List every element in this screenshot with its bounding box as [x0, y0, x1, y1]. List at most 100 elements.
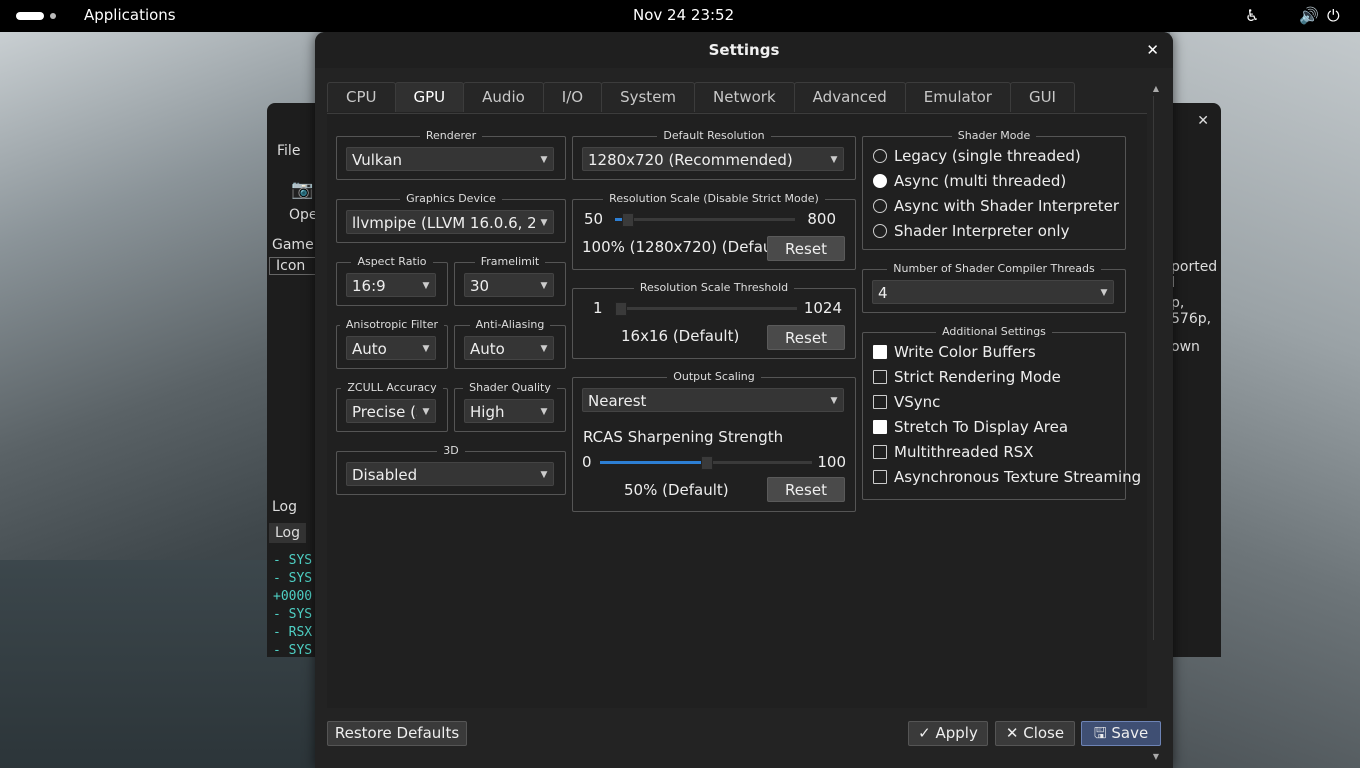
aspect-ratio-value: 16:9	[352, 277, 386, 295]
power-icon[interactable]: ⏻	[1327, 6, 1340, 26]
additional-option-label[interactable]: VSync	[894, 393, 940, 411]
rcas-reset-button[interactable]: Reset	[767, 477, 845, 502]
scroll-down-icon[interactable]: ▼	[1151, 752, 1161, 761]
renderer-select[interactable]: Vulkan ▼	[346, 147, 554, 171]
resolution-threshold-slider[interactable]	[614, 302, 797, 316]
log-line: - SYS:	[273, 643, 320, 658]
tab-network[interactable]: Network	[694, 82, 795, 112]
anisotropic-filter-value: Auto	[352, 340, 387, 358]
workspace-indicator[interactable]	[16, 12, 44, 20]
anti-aliasing-select[interactable]: Auto ▼	[464, 336, 554, 360]
tab-gpu[interactable]: GPU	[394, 82, 465, 112]
rcas-min: 0	[582, 453, 592, 471]
strict-rendering-checkbox[interactable]	[873, 370, 887, 384]
shader-mode-label[interactable]: Legacy (single threaded)	[894, 147, 1081, 165]
tab-advanced[interactable]: Advanced	[793, 82, 906, 112]
tab-io[interactable]: I/O	[542, 82, 603, 112]
tab-audio[interactable]: Audio	[463, 82, 544, 112]
workspace-dot[interactable]	[50, 13, 56, 19]
output-scaling-group: Output Scaling Nearest ▼ RCAS Sharpening…	[572, 370, 856, 512]
camera-icon[interactable]: 📷	[291, 179, 313, 200]
output-scaling-value: Nearest	[588, 392, 647, 410]
anisotropic-filter-select[interactable]: Auto ▼	[346, 336, 436, 360]
dialog-titlebar[interactable]: Settings ✕	[315, 32, 1173, 68]
framelimit-group: Framelimit 30 ▼	[454, 255, 566, 306]
volume-icon[interactable]: 🔊	[1299, 6, 1319, 25]
zcull-accuracy-group: ZCULL Accuracy Precise (Sl ▼	[336, 381, 448, 432]
shader-mode-radio-async-interpreter[interactable]	[873, 199, 887, 213]
stretch-display-checkbox[interactable]	[873, 420, 887, 434]
additional-option-label[interactable]: Asynchronous Texture Streaming	[894, 468, 1141, 486]
log-tab[interactable]: Log	[269, 523, 307, 543]
additional-option-label[interactable]: Stretch To Display Area	[894, 418, 1068, 436]
3d-select[interactable]: Disabled ▼	[346, 462, 554, 486]
close-icon[interactable]: ✕	[1146, 41, 1159, 59]
aspect-ratio-group: Aspect Ratio 16:9 ▼	[336, 255, 448, 306]
additional-option-label[interactable]: Multithreaded RSX	[894, 443, 1034, 461]
settings-scrollbar[interactable]: ▲ ▼	[1151, 84, 1161, 761]
chevron-down-icon: ▼	[825, 389, 843, 411]
restore-defaults-button[interactable]: Restore Defaults	[327, 721, 467, 746]
resolution-threshold-group: Resolution Scale Threshold 1 1024 16x16 …	[572, 281, 856, 359]
accessibility-icon[interactable]: ♿	[1245, 6, 1259, 25]
shader-mode-label[interactable]: Shader Interpreter only	[894, 222, 1069, 240]
tab-system[interactable]: System	[601, 82, 696, 112]
resolution-threshold-current: 16x16 (Default)	[621, 327, 740, 345]
scroll-up-icon[interactable]: ▲	[1151, 84, 1161, 93]
default-resolution-select[interactable]: 1280x720 (Recommended) ▼	[582, 147, 844, 171]
resolution-threshold-reset-button[interactable]: Reset	[767, 325, 845, 350]
default-resolution-title: Default Resolution	[657, 129, 771, 142]
icon-column-header[interactable]: Icon	[269, 257, 321, 275]
chevron-down-icon: ▼	[535, 274, 553, 296]
additional-option-label[interactable]: Strict Rendering Mode	[894, 368, 1061, 386]
applications-menu[interactable]: Applications	[84, 6, 176, 24]
shader-mode-radio-legacy[interactable]	[873, 149, 887, 163]
chevron-down-icon: ▼	[535, 148, 553, 170]
anisotropic-filter-group: Anisotropic Filter Auto ▼	[336, 318, 448, 369]
shader-mode-label[interactable]: Async with Shader Interpreter	[894, 197, 1119, 215]
slider-handle[interactable]	[614, 302, 627, 316]
resolution-scale-reset-button[interactable]: Reset	[767, 236, 845, 261]
compiler-threads-title: Number of Shader Compiler Threads	[887, 262, 1101, 275]
save-button[interactable]: 🖫 Save	[1081, 721, 1161, 746]
async-texture-streaming-checkbox[interactable]	[873, 470, 887, 484]
aspect-ratio-title: Aspect Ratio	[351, 255, 433, 268]
default-resolution-value: 1280x720 (Recommended)	[588, 151, 793, 169]
compiler-threads-group: Number of Shader Compiler Threads 4 ▼	[862, 262, 1126, 313]
resolution-scale-group: Resolution Scale (Disable Strict Mode) 5…	[572, 192, 856, 270]
game-header: Game	[272, 237, 314, 253]
additional-option-label[interactable]: Write Color Buffers	[894, 343, 1036, 361]
rcas-current: 50% (Default)	[624, 481, 729, 499]
shader-mode-radio-interpreter-only[interactable]	[873, 224, 887, 238]
scroll-track[interactable]	[1153, 96, 1160, 640]
open-button-label[interactable]: Ope	[289, 207, 318, 223]
zcull-accuracy-select[interactable]: Precise (Sl ▼	[346, 399, 436, 423]
aspect-ratio-select[interactable]: 16:9 ▼	[346, 273, 436, 297]
framelimit-select[interactable]: 30 ▼	[464, 273, 554, 297]
vsync-checkbox[interactable]	[873, 395, 887, 409]
resolution-scale-min: 50	[584, 210, 604, 228]
output-scaling-select[interactable]: Nearest ▼	[582, 388, 844, 412]
close-icon[interactable]: ✕	[1197, 113, 1209, 129]
close-button[interactable]: ✕ Close	[995, 721, 1075, 746]
resolution-scale-title: Resolution Scale (Disable Strict Mode)	[603, 192, 825, 205]
compiler-threads-select[interactable]: 4 ▼	[872, 280, 1114, 304]
multithreaded-rsx-checkbox[interactable]	[873, 445, 887, 459]
tab-emulator[interactable]: Emulator	[904, 82, 1011, 112]
rcas-slider[interactable]	[600, 456, 812, 470]
slider-handle[interactable]	[622, 213, 634, 227]
tab-cpu[interactable]: CPU	[327, 82, 396, 112]
shader-mode-label[interactable]: Async (multi threaded)	[894, 172, 1066, 190]
apply-button[interactable]: ✓ Apply	[908, 721, 988, 746]
shader-mode-radio-async[interactable]	[873, 174, 887, 188]
menu-file[interactable]: File	[277, 143, 300, 159]
additional-settings-title: Additional Settings	[936, 325, 1052, 338]
resolution-scale-slider[interactable]	[615, 213, 795, 227]
tab-gui[interactable]: GUI	[1009, 82, 1075, 112]
rcas-max: 100	[817, 453, 846, 471]
write-color-buffers-checkbox[interactable]	[873, 345, 887, 359]
slider-handle[interactable]	[701, 456, 713, 470]
graphics-device-select[interactable]: llvmpipe (LLVM 16.0.6, 256 b ▼	[346, 210, 554, 234]
clock[interactable]: Nov 24 23:52	[633, 6, 734, 24]
shader-quality-select[interactable]: High ▼	[464, 399, 554, 423]
